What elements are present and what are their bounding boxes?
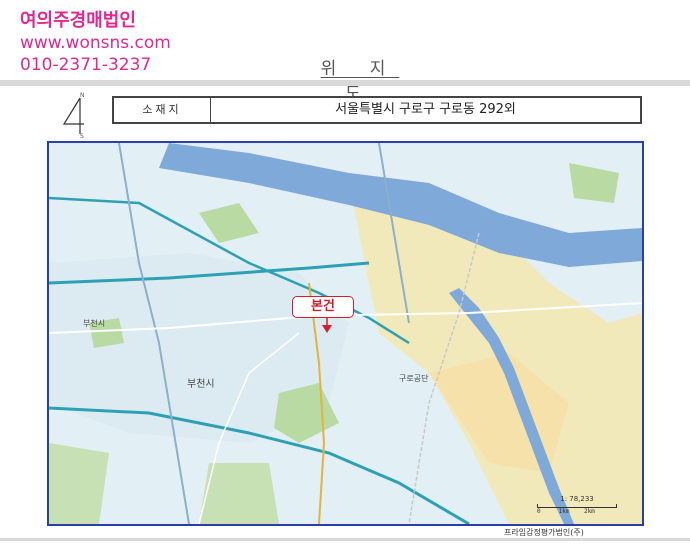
phone-number: 010-2371-3237 — [20, 55, 152, 75]
scale-ticks: 0 1km 2km — [537, 508, 595, 515]
company-name: 여의주경매법인 — [20, 10, 136, 31]
subject-property-callout[interactable]: 본건 — [292, 296, 354, 318]
address-value: 서울특별시 구로구 구로동 292외 — [335, 102, 516, 117]
location-map[interactable]: 본건 부천시 부천시 구로공단 1: 78,233 0 1km 2km — [47, 141, 644, 526]
map-scale-bar: 1: 78,233 0 1km 2km — [537, 495, 617, 515]
website-link[interactable]: www.wonsns.com — [20, 32, 171, 54]
map-label-guro: 구로공단 — [399, 374, 429, 383]
address-label: 소재지 — [114, 98, 211, 122]
map-base — [49, 143, 642, 524]
scale-ratio: 1: 78,233 — [560, 495, 594, 503]
top-divider — [0, 80, 690, 86]
map-label-bucheon-south: 부천시 — [187, 379, 215, 390]
address-table: 소재지 서울특별시 구로구 구로동 292외 — [112, 96, 642, 124]
north-label: N — [80, 92, 85, 99]
map-label-bucheon: 부천시 — [83, 319, 106, 328]
south-label: S — [80, 133, 84, 138]
appraiser-credit: 프라임감정평가법인(주) — [504, 528, 584, 537]
bottom-divider — [0, 538, 690, 541]
north-arrow-icon: N S — [62, 92, 85, 138]
header-contact: 여의주경매법인 www.wonsns.com 010-2371-3237 — [20, 10, 171, 76]
